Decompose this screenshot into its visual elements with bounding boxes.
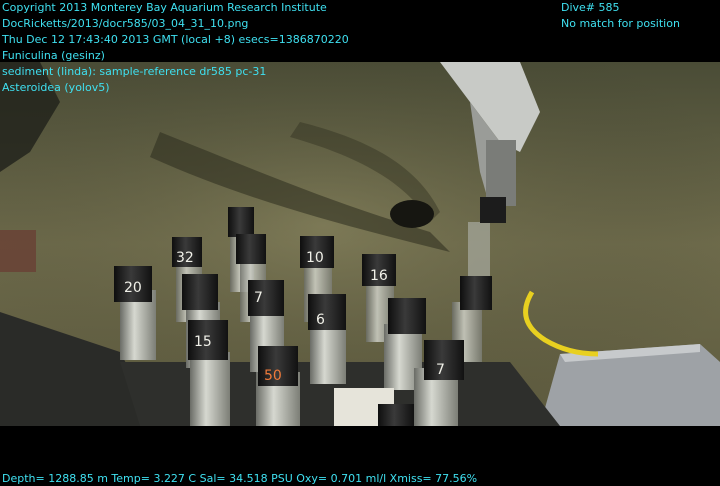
position-status: No match for position (561, 17, 680, 30)
core-label: 7 (436, 362, 445, 378)
core-cap (182, 274, 218, 310)
core-label: 32 (176, 250, 194, 266)
seafloor-image: 20 32 10 16 7 6 15 50 7 (0, 62, 720, 426)
annotation-line: sediment (linda): sample-reference dr585… (2, 65, 267, 78)
core-cap (378, 404, 414, 426)
core-label: 15 (194, 334, 212, 350)
underwater-frame: 20 32 10 16 7 6 15 50 7 Copyright 2013 M… (0, 0, 720, 486)
core-cap (228, 207, 254, 237)
metadata-header: Copyright 2013 Monterey Bay Aquarium Res… (2, 0, 349, 96)
arm-gripper (486, 140, 516, 206)
core-cap (236, 234, 266, 264)
annotation-line: Asteroidea (yolov5) (2, 81, 110, 94)
core-label: 16 (370, 268, 388, 284)
core-label: 50 (264, 368, 282, 384)
held-core-cap (480, 197, 506, 223)
core-label: 7 (254, 290, 263, 306)
core-tube (190, 352, 230, 426)
dark-object (390, 200, 434, 228)
core-label: 10 (306, 250, 324, 266)
timestamp-line: Thu Dec 12 17:43:40 2013 GMT (local +8) … (2, 33, 349, 46)
core-cap (308, 294, 346, 330)
core-label: 6 (316, 312, 325, 328)
dive-info: Dive# 585 No match for position (561, 0, 680, 32)
dive-number: Dive# 585 (561, 1, 620, 14)
red-equipment (0, 230, 36, 272)
held-core-tube (468, 222, 490, 284)
sensor-readout: Depth= 1288.85 m Temp= 3.227 C Sal= 34.5… (2, 472, 478, 485)
core-cap (460, 276, 492, 310)
core-cap (388, 298, 426, 334)
core-label: 20 (124, 280, 142, 296)
copyright-line: Copyright 2013 Monterey Bay Aquarium Res… (2, 1, 327, 14)
filename-line: DocRicketts/2013/docr585/03_04_31_10.png (2, 17, 249, 30)
annotation-line: Funiculina (gesinz) (2, 49, 105, 62)
seafloor-scene: 20 32 10 16 7 6 15 50 7 (0, 62, 720, 426)
